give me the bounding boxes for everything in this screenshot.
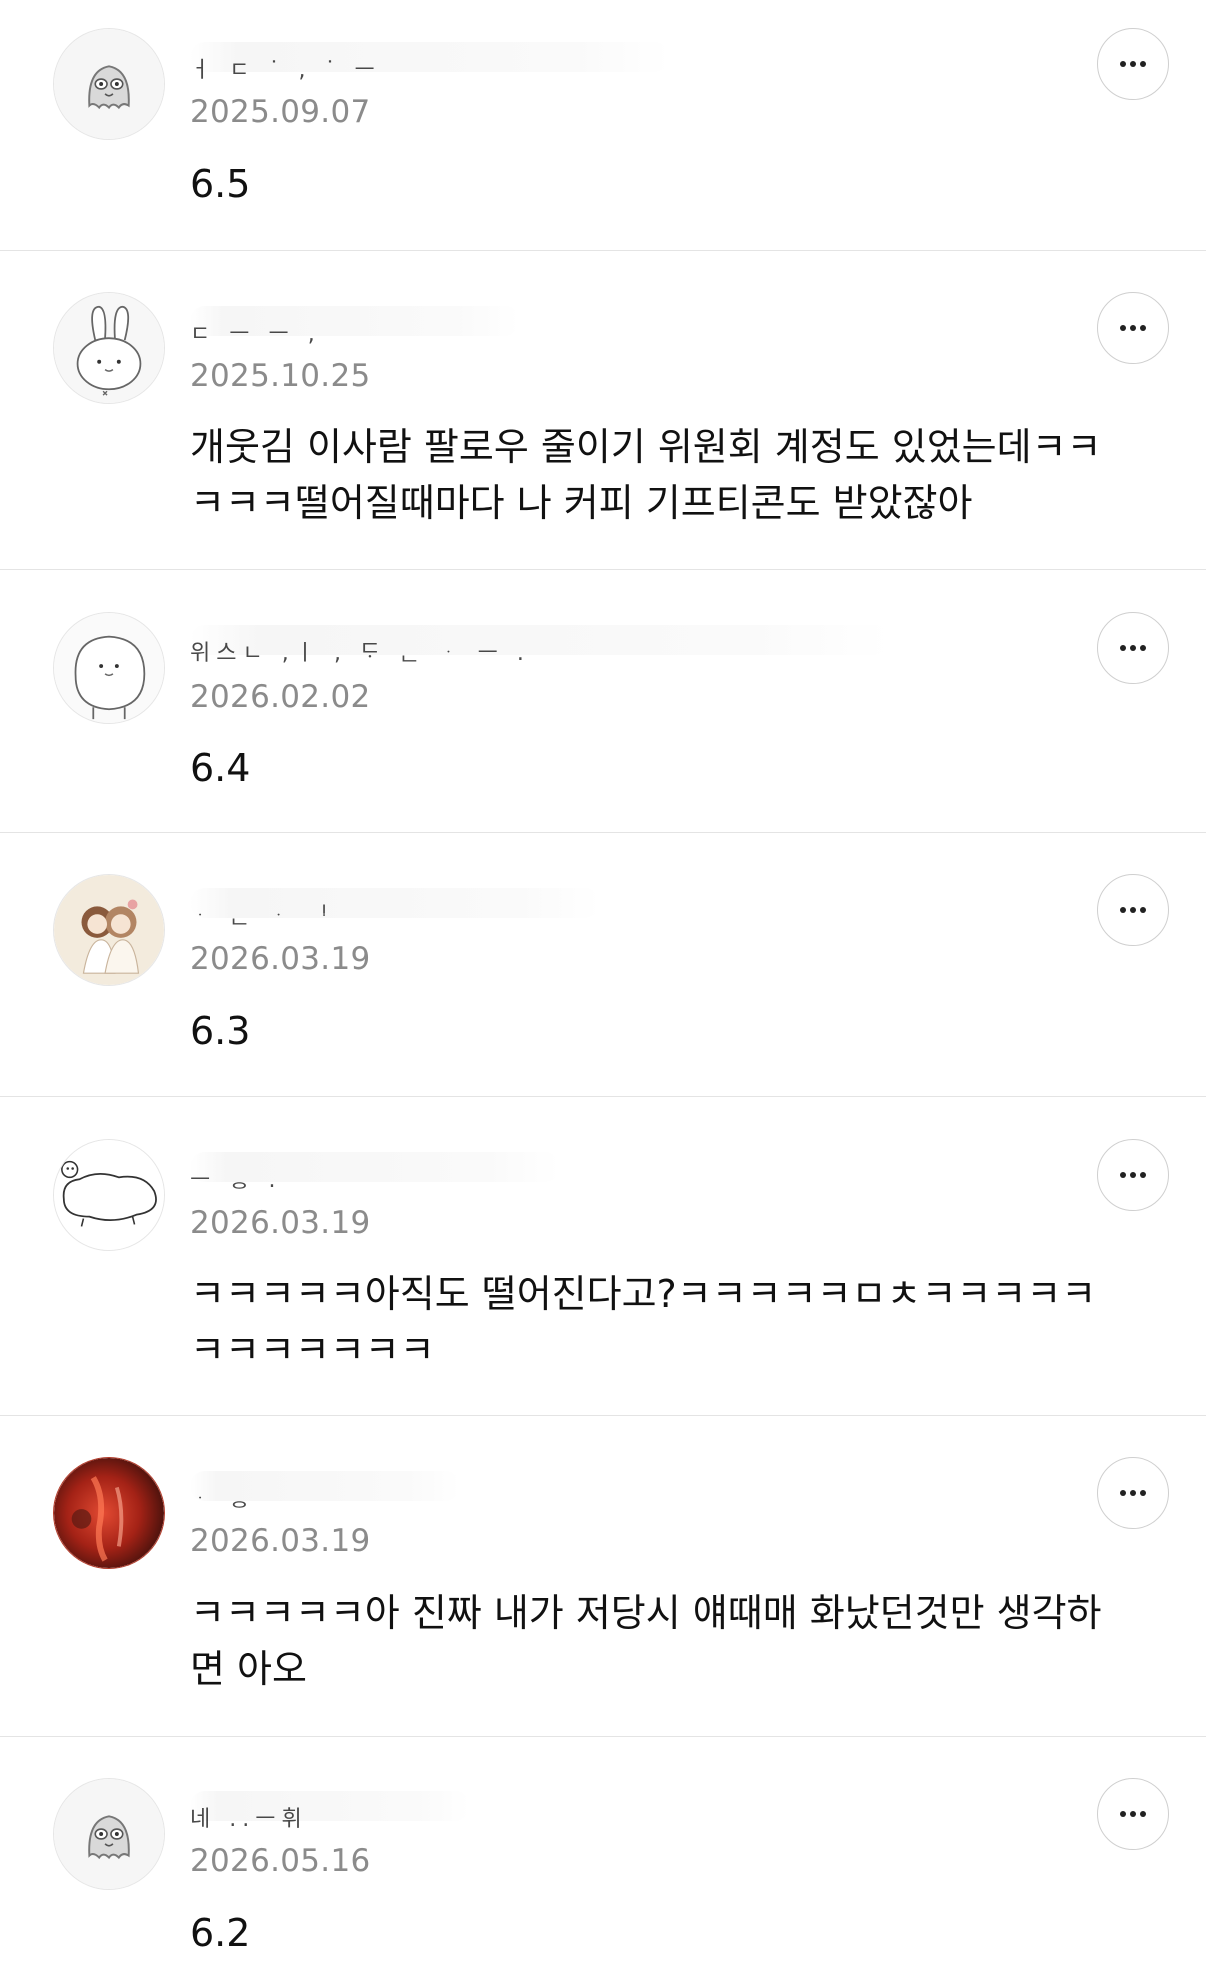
username[interactable]: ᆞ ᆼ xyxy=(190,1471,610,1512)
ghost-character-icon[interactable] xyxy=(53,28,165,140)
comment-item: ᆞ ᆫ ᆞ ᆝ 2026.03.19 6.3 xyxy=(0,833,1206,1097)
more-options-button[interactable] xyxy=(1097,292,1169,364)
comment-item: ㄷ ㅡ ㅡ , 2025.10.25 개웃김 이사람 팔로우 줄이기 위원회 계… xyxy=(0,251,1206,570)
comment-item: ㅡ ᆼ . 2026.03.19 ㅋㅋㅋㅋㅋ아직도 떨어진다고?ㅋㅋㅋㅋㅋㅁㅊㅋ… xyxy=(0,1097,1206,1416)
username[interactable]: 네 ..ㅡ휘 xyxy=(190,1791,610,1832)
comment-text: 개웃김 이사람 팔로우 줄이기 위원회 계정도 있었는데ㅋㅋ ㅋㅋㅋ떨어질때마다… xyxy=(190,425,1102,525)
cat-character-icon[interactable] xyxy=(53,612,165,724)
illustrated-girls-icon[interactable] xyxy=(53,874,165,986)
username[interactable]: ㅡ ᆼ . xyxy=(190,1152,610,1193)
username-fragment: 네 ..ㅡ휘 xyxy=(190,1807,308,1832)
username-fragment: 위스ㄴ ,ㅣ , ᄃᆞ ᆫ ᆞ ㅡ . xyxy=(190,641,530,666)
cloud-cat-icon[interactable] xyxy=(53,1139,165,1251)
more-options-button[interactable] xyxy=(1097,1139,1169,1211)
more-dots-icon xyxy=(1120,907,1146,913)
more-dots-icon xyxy=(1120,1490,1146,1496)
more-options-button[interactable] xyxy=(1097,28,1169,100)
comment-item: ᆞ ᆼ 2026.03.19 ㅋㅋㅋㅋㅋ아 진짜 내가 저당시 얘때매 화났던것… xyxy=(0,1416,1206,1737)
rabbit-character-icon[interactable] xyxy=(53,292,165,404)
ghost-character-icon[interactable] xyxy=(53,1778,165,1890)
more-dots-icon xyxy=(1120,61,1146,67)
more-options-button[interactable] xyxy=(1097,612,1169,684)
comment-item: 네 ..ㅡ휘 2026.05.16 6.2 xyxy=(0,1737,1206,1988)
comment-list: ㅓ ㄷ ˙ , ˙ ㅡ 2025.09.07 6.5 ㄷ ㅡ ㅡ , 2025.… xyxy=(0,0,1206,1988)
username[interactable]: ㅓ ㄷ ˙ , ˙ ㅡ xyxy=(190,42,670,83)
comment-date: 2026.03.19 xyxy=(190,1205,371,1241)
comment-date: 2025.10.25 xyxy=(190,358,371,394)
comment-text: 6.2 xyxy=(190,1911,251,1955)
comment-item: ㅓ ㄷ ˙ , ˙ ㅡ 2025.09.07 6.5 xyxy=(0,0,1206,251)
comment-text: 6.3 xyxy=(190,1009,251,1053)
comment-date: 2026.02.02 xyxy=(190,679,371,715)
comment-text: ㅋㅋㅋㅋㅋ아직도 떨어진다고?ㅋㅋㅋㅋㅋㅁㅊㅋㅋㅋㅋㅋ ㅋㅋㅋㅋㅋㅋㅋ xyxy=(190,1272,1097,1372)
username[interactable]: ᆞ ᆫ ᆞ ᆝ xyxy=(190,888,610,929)
more-dots-icon xyxy=(1120,1172,1146,1178)
comment-date: 2026.03.19 xyxy=(190,1523,371,1559)
more-options-button[interactable] xyxy=(1097,1457,1169,1529)
username-fragment: ᆞ ᆫ ᆞ ᆝ xyxy=(190,904,334,929)
comment-text: ㅋㅋㅋㅋㅋ아 진짜 내가 저당시 얘때매 화났던것만 생각하 면 아오 xyxy=(190,1591,1102,1691)
username-fragment: ㅓ ㄷ ˙ , ˙ ㅡ xyxy=(190,58,381,83)
more-dots-icon xyxy=(1120,325,1146,331)
username-fragment: ㅡ ᆼ . xyxy=(190,1168,282,1193)
more-dots-icon xyxy=(1120,645,1146,651)
comment-item: 위스ㄴ ,ㅣ , ᄃᆞ ᆫ ᆞ ㅡ . 2026.02.02 6.4 xyxy=(0,570,1206,833)
comment-date: 2026.03.19 xyxy=(190,941,371,977)
red-photo-icon[interactable] xyxy=(53,1457,165,1569)
username-fragment: ᆞ ᆼ xyxy=(190,1487,256,1512)
comment-date: 2026.05.16 xyxy=(190,1843,371,1879)
comment-date: 2025.09.07 xyxy=(190,94,371,130)
username[interactable]: 위스ㄴ ,ㅣ , ᄃᆞ ᆫ ᆞ ㅡ . xyxy=(190,625,890,666)
comment-text: 6.5 xyxy=(190,162,251,206)
more-options-button[interactable] xyxy=(1097,874,1169,946)
more-options-button[interactable] xyxy=(1097,1778,1169,1850)
more-dots-icon xyxy=(1120,1811,1146,1817)
username-fragment: ㄷ ㅡ ㅡ , xyxy=(190,322,321,347)
comment-text: 6.4 xyxy=(190,746,251,790)
username[interactable]: ㄷ ㅡ ㅡ , xyxy=(190,306,610,347)
